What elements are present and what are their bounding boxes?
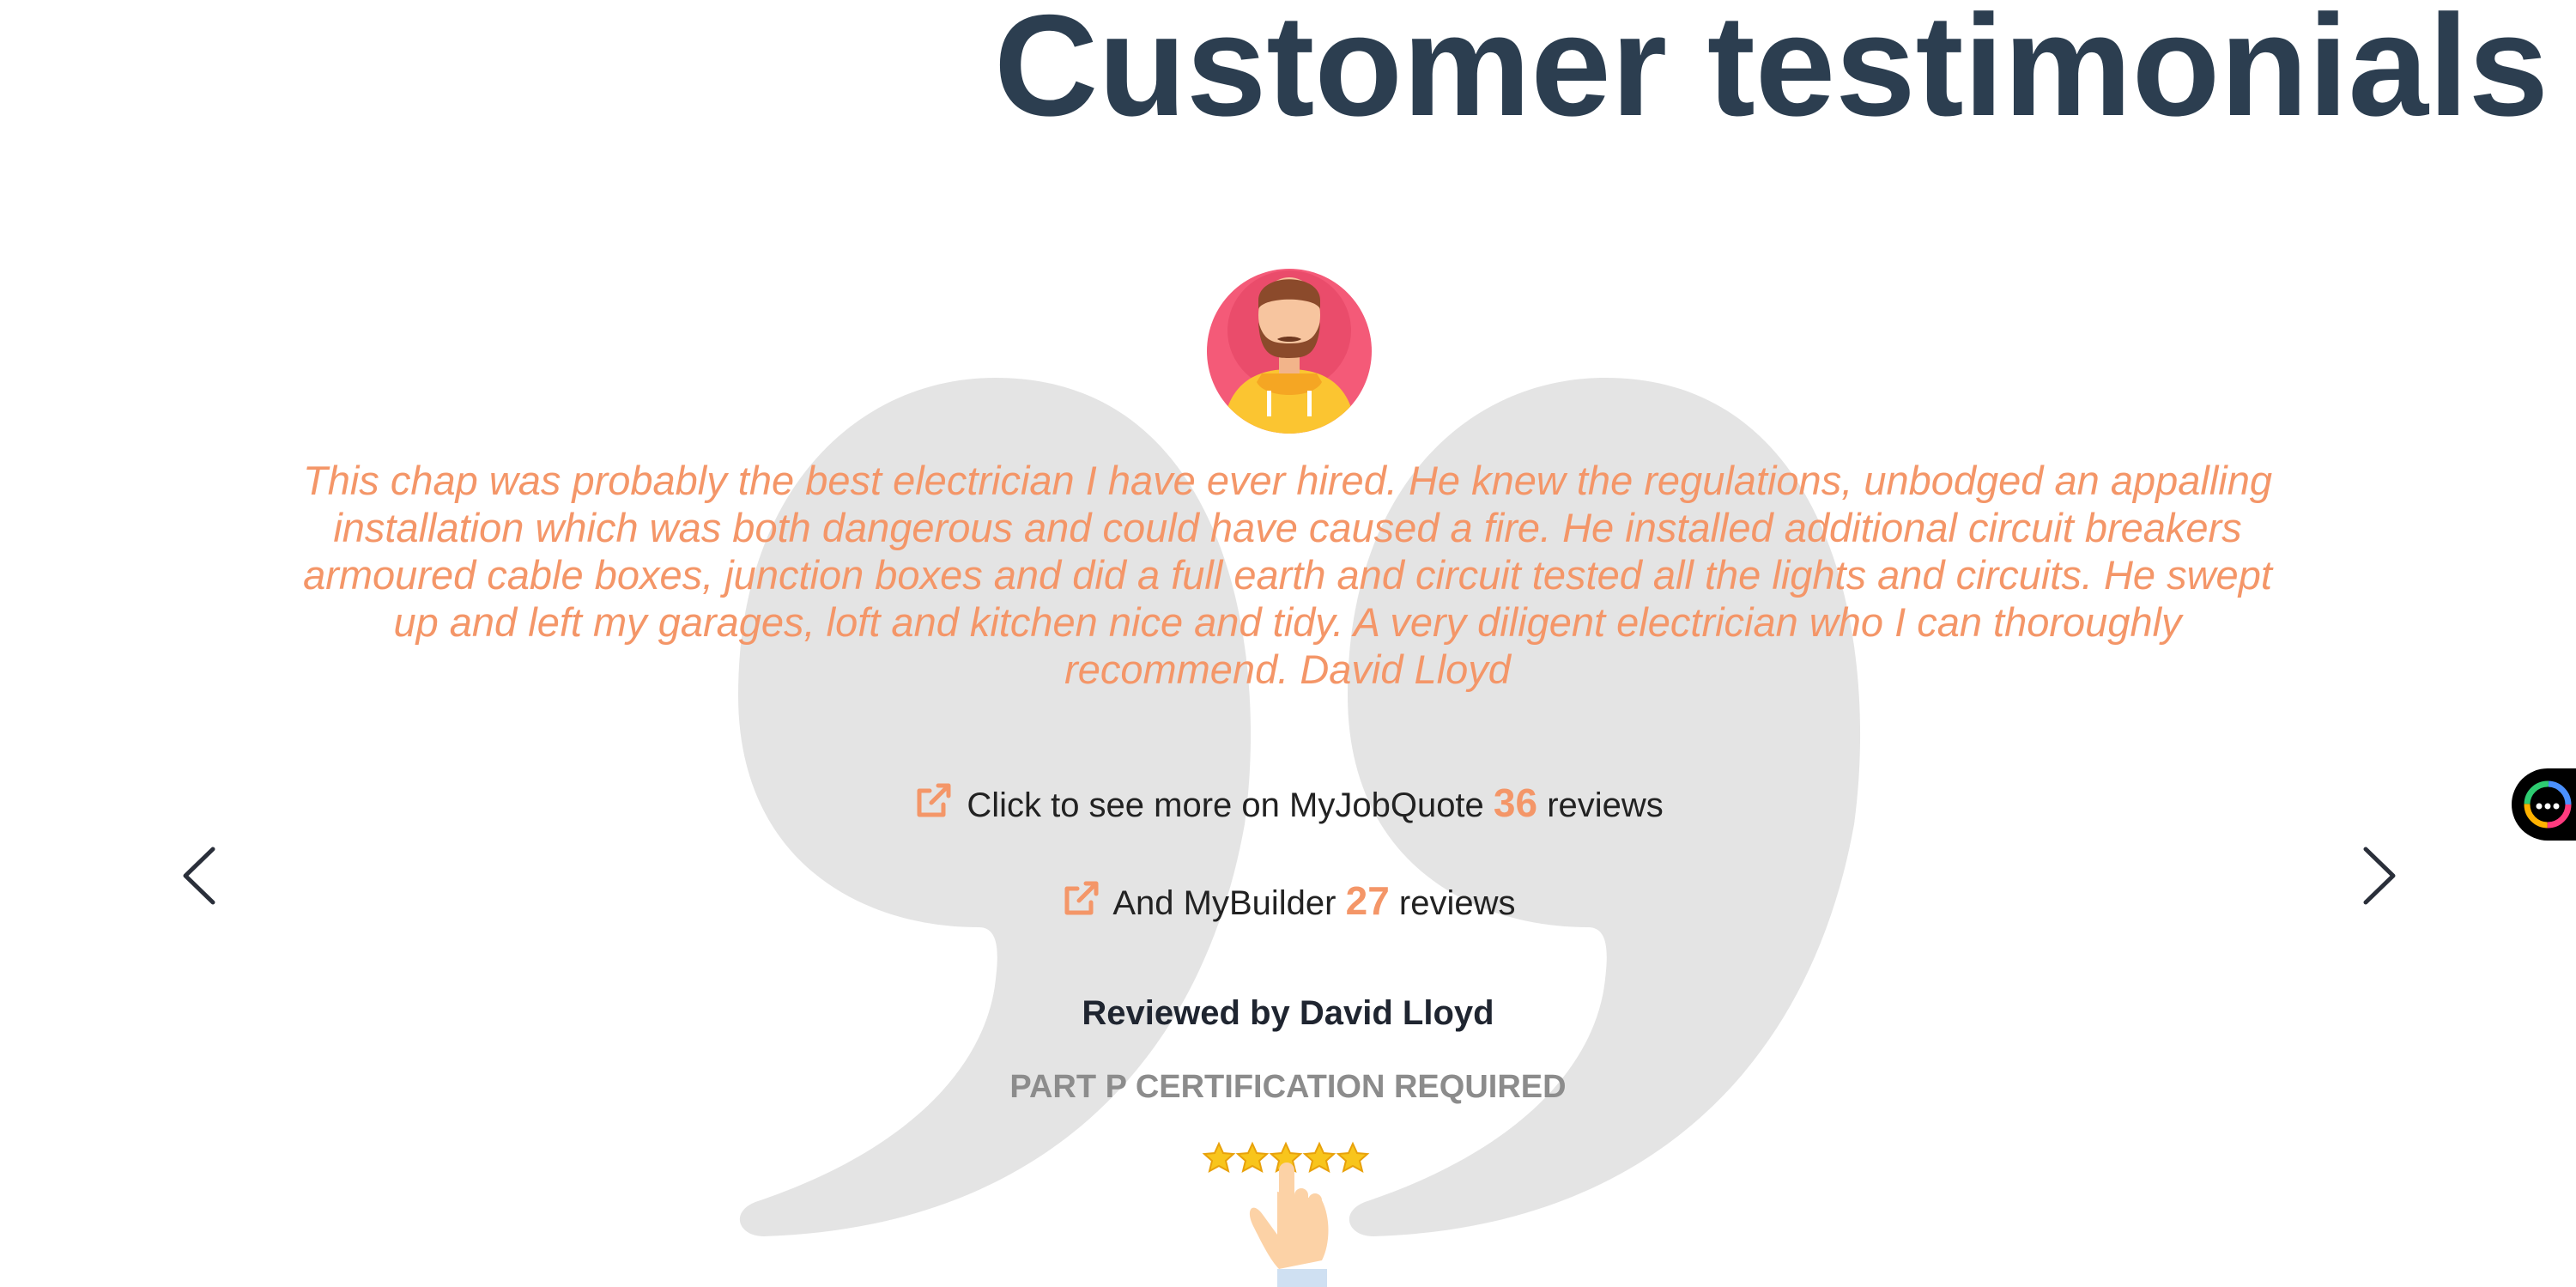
myjobquote-link-suffix: reviews [1547,786,1664,824]
chat-widget-button[interactable] [2512,768,2576,841]
mybuilder-link-suffix: reviews [1398,884,1516,922]
mybuilder-link[interactable]: And MyBuilder 27 reviews [0,877,2576,924]
reviewer-avatar [1207,269,1372,434]
job-title: PART P CERTIFICATION REQUIRED [1009,1069,1567,1105]
chat-icon [2524,780,2572,829]
page-title: Customer testimonials [994,0,2549,146]
chevron-left-icon[interactable] [180,846,218,906]
external-link-icon [1064,881,1099,915]
pointing-hand-icon [1249,1163,1329,1287]
mybuilder-link-label: And MyBuilder [1112,884,1336,922]
chevron-right-icon[interactable] [2361,846,2398,906]
myjobquote-link[interactable]: Click to see more on MyJobQuote 36 revie… [0,780,2576,826]
myjobquote-link-label: Click to see more on MyJobQuote [967,786,1484,824]
external-link-icon [917,783,951,817]
star-rating [1202,1141,1370,1287]
mybuilder-review-count: 27 [1345,878,1390,923]
reviewer-name: Reviewed by David Lloyd [1082,994,1494,1032]
myjobquote-review-count: 36 [1493,780,1538,825]
testimonial-quote: This chap was probably the best electric… [303,458,2272,692]
